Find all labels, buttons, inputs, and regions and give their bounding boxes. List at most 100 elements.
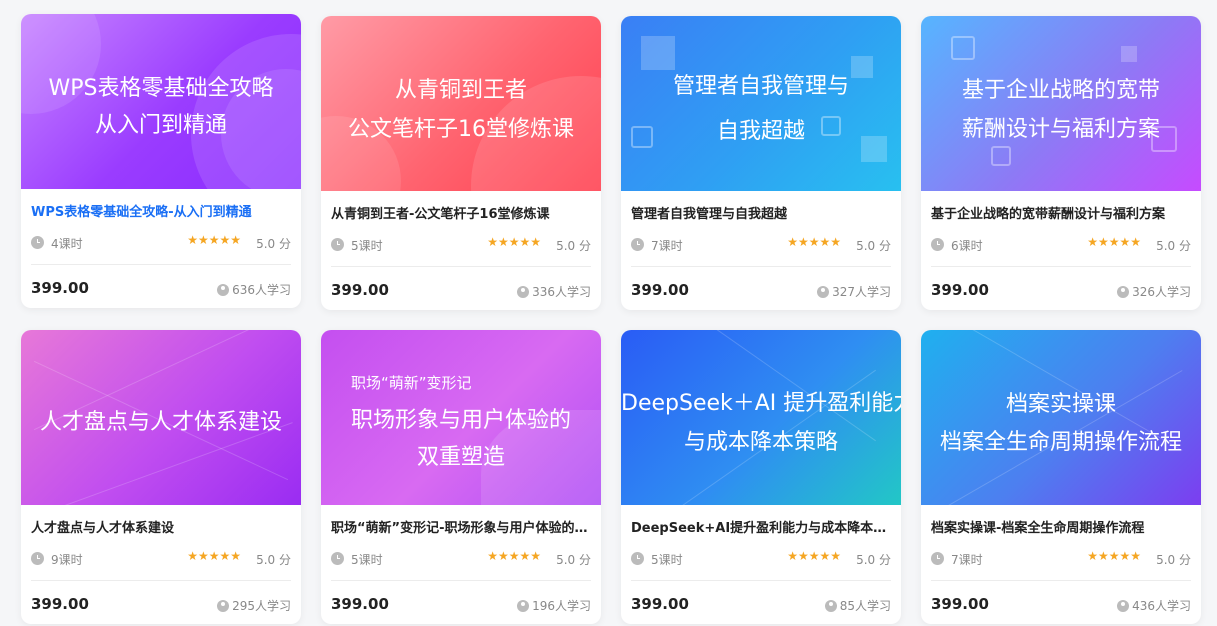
course-cover[interactable]: 管理者自我管理与 自我超越 bbox=[621, 16, 901, 191]
course-price: 399.00 bbox=[31, 279, 89, 297]
course-card[interactable]: 档案实操课 档案全生命周期操作流程 档案实操课-档案全生命周期操作流程 7课时 … bbox=[921, 330, 1201, 624]
rating-score: 5.0 分 bbox=[556, 553, 591, 567]
divider bbox=[31, 580, 291, 581]
course-price: 399.00 bbox=[31, 595, 89, 613]
user-icon bbox=[517, 600, 530, 612]
rating-score: 5.0 分 bbox=[856, 239, 891, 253]
course-card[interactable]: WPS表格零基础全攻略 从入门到精通 WPS表格零基础全攻略-从入门到精通 4课… bbox=[21, 14, 301, 308]
cover-line-2: 公文笔杆子16堂修炼课 bbox=[348, 117, 574, 142]
course-meta: 5课时 ★★★★★ 5.0 分 bbox=[331, 549, 591, 568]
divider bbox=[931, 266, 1191, 267]
rating-stars-icon: ★★★★★ bbox=[187, 549, 241, 563]
divider bbox=[631, 580, 891, 581]
course-title[interactable]: DeepSeek+AI提升盈利能力与成本降本策略 bbox=[631, 517, 891, 536]
cover-line-2: 薪酬设计与福利方案 bbox=[961, 117, 1160, 142]
learner-count-text: 636人学习 bbox=[232, 283, 291, 297]
rating-score: 5.0 分 bbox=[1156, 239, 1191, 253]
cover-line-1: 职场形象与用户体验的 bbox=[351, 408, 572, 433]
clock-icon bbox=[631, 552, 644, 565]
lesson-count: 9课时 bbox=[51, 553, 83, 567]
learner-count: 326人学习 bbox=[1117, 283, 1191, 300]
cover-line-1: DeepSeek＋AI 提升盈利能力 bbox=[621, 391, 901, 416]
clock-icon bbox=[931, 552, 944, 565]
course-meta: 7课时 ★★★★★ 5.0 分 bbox=[931, 549, 1191, 568]
course-cover[interactable]: 基于企业战略的宽带 薪酬设计与福利方案 bbox=[921, 16, 1201, 191]
user-icon bbox=[517, 286, 530, 298]
course-cover[interactable]: 职场“萌新”变形记 职场形象与用户体验的 双重塑造 bbox=[321, 330, 601, 505]
learner-count-text: 326人学习 bbox=[1132, 285, 1191, 299]
course-card[interactable]: 人才盘点与人才体系建设 人才盘点与人才体系建设 9课时 ★★★★★ 5.0 分 … bbox=[21, 330, 301, 624]
cover-line-2: 档案全生命周期操作流程 bbox=[939, 430, 1182, 455]
divider bbox=[931, 580, 1191, 581]
rating-stars-icon: ★★★★★ bbox=[787, 549, 841, 563]
course-cover[interactable]: 人才盘点与人才体系建设 bbox=[21, 330, 301, 505]
course-title[interactable]: 档案实操课-档案全生命周期操作流程 bbox=[931, 517, 1191, 536]
rating-score: 5.0 分 bbox=[1156, 553, 1191, 567]
course-meta: 6课时 ★★★★★ 5.0 分 bbox=[931, 235, 1191, 254]
course-meta: 7课时 ★★★★★ 5.0 分 bbox=[631, 235, 891, 254]
clock-icon bbox=[331, 552, 344, 565]
cover-line-1: 人才盘点与人才体系建设 bbox=[39, 410, 282, 435]
course-grid: WPS表格零基础全攻略 从入门到精通 WPS表格零基础全攻略-从入门到精通 4课… bbox=[0, 0, 1217, 626]
course-meta: 9课时 ★★★★★ 5.0 分 bbox=[31, 549, 291, 568]
course-title[interactable]: 职场“萌新”变形记-职场形象与用户体验的双重塑造 bbox=[331, 517, 591, 536]
course-card[interactable]: DeepSeek＋AI 提升盈利能力 与成本降本策略 DeepSeek+AI提升… bbox=[621, 330, 901, 624]
learner-count: 636人学习 bbox=[217, 281, 291, 298]
cover-line-2: 双重塑造 bbox=[416, 445, 505, 470]
course-meta: 4课时 ★★★★★ 5.0 分 bbox=[31, 233, 291, 252]
learner-count: 196人学习 bbox=[517, 597, 591, 614]
learner-count-text: 336人学习 bbox=[532, 285, 591, 299]
clock-icon bbox=[31, 236, 44, 249]
lesson-count: 5课时 bbox=[351, 553, 383, 567]
learner-count: 85人学习 bbox=[824, 597, 891, 614]
rating-score: 5.0 分 bbox=[856, 553, 891, 567]
course-title[interactable]: 基于企业战略的宽带薪酬设计与福利方案 bbox=[931, 203, 1191, 222]
course-card[interactable]: 管理者自我管理与 自我超越 管理者自我管理与自我超越 7课时 ★★★★★ 5.0… bbox=[621, 16, 901, 310]
course-price: 399.00 bbox=[331, 595, 389, 613]
user-icon bbox=[824, 600, 837, 612]
user-icon bbox=[217, 284, 230, 296]
course-price: 399.00 bbox=[931, 281, 989, 299]
cover-line-1: 管理者自我管理与 bbox=[672, 74, 849, 99]
course-card[interactable]: 从青铜到王者 公文笔杆子16堂修炼课 从青铜到王者-公文笔杆子16堂修炼课 5课… bbox=[321, 16, 601, 310]
learner-count: 436人学习 bbox=[1117, 597, 1191, 614]
rating-stars-icon: ★★★★★ bbox=[1087, 235, 1141, 249]
cover-line-1: 从青铜到王者 bbox=[394, 78, 527, 103]
course-price: 399.00 bbox=[631, 281, 689, 299]
course-cover[interactable]: 从青铜到王者 公文笔杆子16堂修炼课 bbox=[321, 16, 601, 191]
clock-icon bbox=[31, 552, 44, 565]
learner-count: 295人学习 bbox=[217, 597, 291, 614]
divider bbox=[631, 266, 891, 267]
clock-icon bbox=[331, 238, 344, 251]
learner-count-text: 295人学习 bbox=[232, 599, 291, 613]
course-card[interactable]: 基于企业战略的宽带 薪酬设计与福利方案 基于企业战略的宽带薪酬设计与福利方案 6… bbox=[921, 16, 1201, 310]
course-title[interactable]: WPS表格零基础全攻略-从入门到精通 bbox=[31, 201, 291, 220]
lesson-count: 6课时 bbox=[951, 239, 983, 253]
user-icon bbox=[217, 600, 230, 612]
lesson-count: 7课时 bbox=[651, 239, 683, 253]
course-price: 399.00 bbox=[631, 595, 689, 613]
lesson-count: 5课时 bbox=[651, 553, 683, 567]
course-title[interactable]: 管理者自我管理与自我超越 bbox=[631, 203, 891, 222]
course-meta: 5课时 ★★★★★ 5.0 分 bbox=[631, 549, 891, 568]
cover-line-2: 从入门到精通 bbox=[94, 113, 227, 138]
course-cover[interactable]: DeepSeek＋AI 提升盈利能力 与成本降本策略 bbox=[621, 330, 901, 505]
course-title[interactable]: 人才盘点与人才体系建设 bbox=[31, 517, 291, 536]
user-icon bbox=[1117, 600, 1130, 612]
user-icon bbox=[1117, 286, 1130, 298]
course-price: 399.00 bbox=[331, 281, 389, 299]
cover-line-2: 自我超越 bbox=[716, 119, 805, 144]
course-title[interactable]: 从青铜到王者-公文笔杆子16堂修炼课 bbox=[331, 203, 591, 222]
rating-stars-icon: ★★★★★ bbox=[1087, 549, 1141, 563]
lesson-count: 5课时 bbox=[351, 239, 383, 253]
course-card[interactable]: 职场“萌新”变形记 职场形象与用户体验的 双重塑造 职场“萌新”变形记-职场形象… bbox=[321, 330, 601, 624]
clock-icon bbox=[931, 238, 944, 251]
cover-small-line: 职场“萌新”变形记 bbox=[351, 374, 472, 392]
learner-count-text: 327人学习 bbox=[832, 285, 891, 299]
divider bbox=[331, 580, 591, 581]
course-meta: 5课时 ★★★★★ 5.0 分 bbox=[331, 235, 591, 254]
learner-count-text: 196人学习 bbox=[532, 599, 591, 613]
course-cover[interactable]: 档案实操课 档案全生命周期操作流程 bbox=[921, 330, 1201, 505]
cover-line-2: 与成本降本策略 bbox=[683, 430, 838, 455]
course-cover[interactable]: WPS表格零基础全攻略 从入门到精通 bbox=[21, 14, 301, 189]
